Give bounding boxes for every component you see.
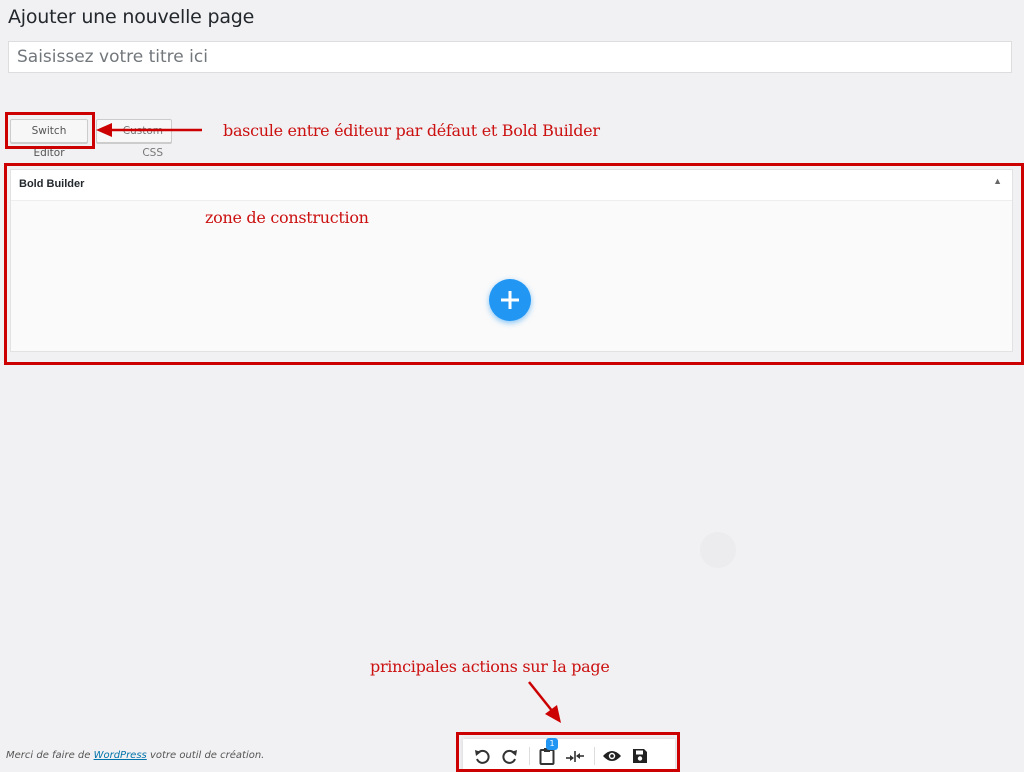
annotation-arrow-actions xyxy=(528,681,561,723)
preview-eye-icon[interactable] xyxy=(601,745,623,767)
page-actions-toolbar: 1 xyxy=(463,737,675,772)
bold-builder-panel: Bold Builder ▲ xyxy=(10,169,1013,352)
plus-icon xyxy=(501,291,519,309)
annotation-switch: bascule entre éditeur par défaut et Bold… xyxy=(223,121,600,140)
toolbar-separator xyxy=(529,746,530,765)
annotation-actions: principales actions sur la page xyxy=(370,657,610,676)
annotation-zone: zone de construction xyxy=(205,208,369,227)
collapse-toggle-icon[interactable]: ▲ xyxy=(993,176,1002,186)
add-section-button[interactable] xyxy=(489,279,531,321)
footer-credit: Merci de faire de WordPress votre outil … xyxy=(6,750,264,761)
footer-prefix: Merci de faire de xyxy=(6,750,94,761)
annotation-arrow-switch xyxy=(96,123,202,137)
page-heading: Ajouter une nouvelle page xyxy=(8,6,255,28)
title-input[interactable] xyxy=(8,41,1012,73)
split-arrows-icon[interactable] xyxy=(564,745,586,767)
save-icon[interactable] xyxy=(629,745,651,767)
wordpress-link[interactable]: WordPress xyxy=(94,750,147,761)
clipboard-count-badge: 1 xyxy=(546,737,558,750)
builder-header: Bold Builder ▲ xyxy=(11,170,1012,201)
faint-watermark-shape xyxy=(700,532,736,568)
clipboard-icon[interactable]: 1 xyxy=(536,737,558,767)
toolbar-separator xyxy=(594,746,595,765)
undo-icon[interactable] xyxy=(471,745,493,767)
builder-title: Bold Builder xyxy=(19,178,85,190)
redo-icon[interactable] xyxy=(499,745,521,767)
switch-editor-button[interactable]: Switch Editor xyxy=(10,119,88,159)
footer-suffix: votre outil de création. xyxy=(146,750,265,761)
